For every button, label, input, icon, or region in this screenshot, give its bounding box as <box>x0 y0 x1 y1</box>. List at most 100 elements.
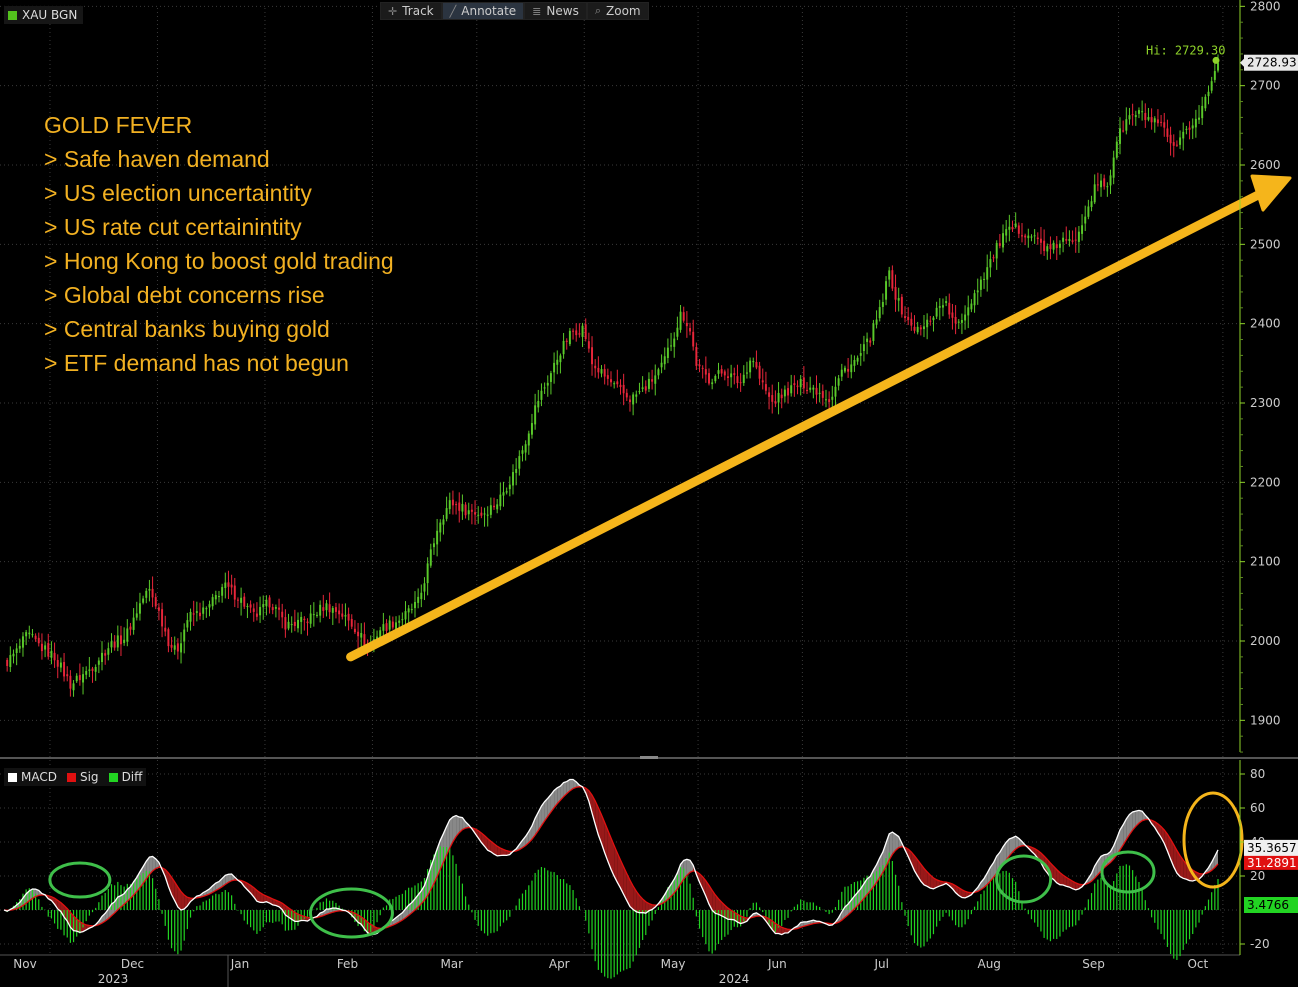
candle-body <box>1150 117 1153 123</box>
candle-body <box>474 512 477 515</box>
candle <box>132 608 135 635</box>
candle-body <box>1106 186 1109 188</box>
candle-body <box>82 674 85 683</box>
price-tick-label: 2000 <box>1250 634 1281 648</box>
annotation-text: GOLD FEVER > Safe haven demand > US elec… <box>44 108 394 380</box>
candle <box>170 636 173 653</box>
candle-body <box>967 307 970 316</box>
candle-body <box>802 377 805 389</box>
candle-body <box>1213 71 1216 80</box>
candle-body <box>565 340 568 342</box>
candle <box>442 514 445 535</box>
candle-body <box>647 378 650 389</box>
candle-body <box>869 340 872 343</box>
candle <box>1027 228 1030 248</box>
candle-body <box>1128 115 1131 120</box>
candle-body <box>138 603 141 614</box>
legend-item-sig[interactable]: Sig <box>66 770 99 784</box>
candle-body <box>954 316 957 324</box>
price-tick-label: 2300 <box>1250 396 1281 410</box>
candle <box>758 361 761 386</box>
candle-body <box>255 613 258 617</box>
candle <box>1103 174 1106 190</box>
candle <box>948 293 951 319</box>
annotate-button[interactable]: ╱ Annotate <box>441 2 525 20</box>
candle-body <box>243 596 246 607</box>
candle <box>802 366 805 394</box>
candle <box>281 603 284 629</box>
candle-body <box>1198 117 1201 120</box>
candle-body <box>780 394 783 399</box>
zoom-button[interactable]: ⌕ Zoom <box>586 2 649 20</box>
candle <box>556 350 559 375</box>
candle <box>733 367 736 385</box>
candle <box>840 363 843 382</box>
candle <box>1201 96 1204 125</box>
candle <box>856 355 859 365</box>
ticker-legend[interactable]: XAU BGN <box>4 6 84 24</box>
annotation-line: > Hong Kong to boost gold trading <box>44 248 394 274</box>
candle-body <box>37 637 40 644</box>
candle <box>154 593 157 610</box>
legend-item-macd[interactable]: MACD <box>8 770 57 784</box>
candle-body <box>812 387 815 390</box>
candle-body <box>63 662 66 677</box>
candle <box>628 395 631 412</box>
candle <box>135 601 138 621</box>
candle <box>843 365 846 374</box>
candle <box>692 319 695 351</box>
candle-body <box>66 674 69 677</box>
candle-body <box>18 645 21 649</box>
candle-body <box>1049 244 1052 250</box>
candle <box>964 305 967 330</box>
candle <box>537 389 540 413</box>
candle <box>167 627 170 653</box>
candle <box>1084 205 1087 231</box>
candle <box>954 305 957 335</box>
candle <box>233 577 236 608</box>
month-label: Mar <box>440 957 463 971</box>
candle <box>214 590 217 605</box>
candle-body <box>575 330 578 336</box>
candle-body <box>262 604 265 608</box>
candle-body <box>319 604 322 616</box>
candle-body <box>9 655 12 667</box>
candle-body <box>151 588 154 598</box>
candle <box>410 603 413 614</box>
candle <box>483 507 486 527</box>
macd-last-label: 35.3657 <box>1247 841 1297 855</box>
month-label: Apr <box>549 957 570 971</box>
candle <box>723 369 726 381</box>
candle <box>793 375 796 397</box>
candle-body <box>59 662 62 668</box>
candle <box>581 322 584 348</box>
candle <box>935 301 938 320</box>
candle-body <box>733 373 736 375</box>
candle <box>72 680 75 697</box>
candle <box>467 502 470 521</box>
candle <box>979 276 982 297</box>
candle <box>420 584 423 608</box>
candle-body <box>771 395 774 402</box>
candle <box>284 609 287 638</box>
candle <box>161 602 164 638</box>
candle-body <box>549 373 552 382</box>
candle <box>1141 100 1144 121</box>
candle-body <box>859 353 862 356</box>
track-button[interactable]: ✛ Track <box>380 2 442 20</box>
candle <box>644 380 647 394</box>
candle-body <box>1033 235 1036 237</box>
news-button[interactable]: ≣ News <box>524 2 587 20</box>
candle <box>217 590 220 603</box>
candle <box>489 497 492 519</box>
candle <box>1144 103 1147 128</box>
legend-item-diff[interactable]: Diff <box>108 770 142 784</box>
candle-body <box>768 392 771 397</box>
year-label: 2024 <box>719 972 750 986</box>
candle <box>587 332 590 353</box>
candle-body <box>407 608 410 613</box>
annotation-line: > US election uncertaintity <box>44 180 312 206</box>
candle-body <box>300 616 303 622</box>
price-tick-label: 2800 <box>1250 0 1281 13</box>
price-tick-label: 2100 <box>1250 555 1281 569</box>
